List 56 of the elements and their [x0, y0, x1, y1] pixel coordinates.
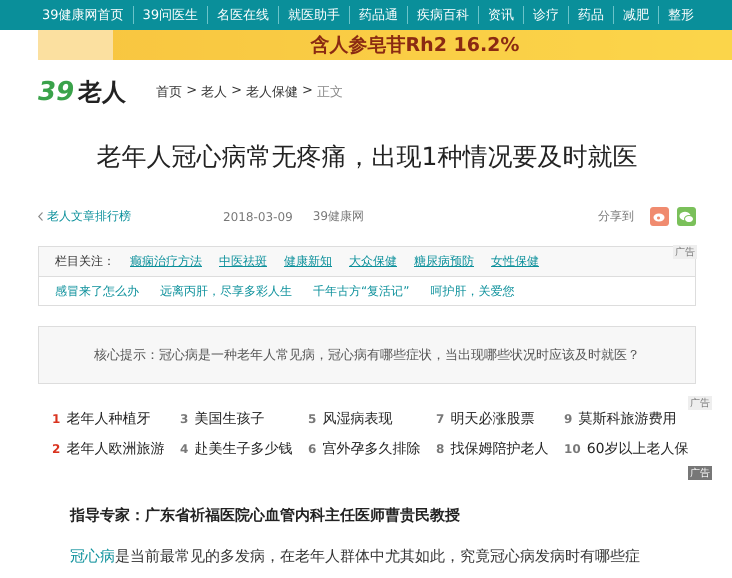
publish-date: 2018-03-09 [223, 210, 293, 224]
hot-search-item[interactable]: 4 赴美生子多少钱 [180, 434, 308, 464]
hot-search-item[interactable]: 8 找保姆陪护老人 [436, 434, 564, 464]
promo-link[interactable]: 呵护肝，关爱您 [430, 282, 514, 300]
nav-link[interactable]: 就医助手 [278, 6, 350, 24]
hot-search-item[interactable]: 2 老年人欧洲旅游 [52, 434, 180, 464]
breadcrumb-separator: > [231, 83, 242, 100]
key-tip-text: 核心提示：冠心病是一种老年人常见病，冠心病有哪些症状，当出现哪些状况时应该及时就医？ [94, 347, 640, 364]
breadcrumb-link[interactable]: 正文 [316, 83, 343, 101]
nav-link[interactable]: 39健康网首页 [38, 6, 133, 24]
column-label: 栏目关注： [55, 253, 115, 270]
nav-link[interactable]: 药品通 [349, 6, 408, 24]
column-link[interactable]: 女性保健 [491, 253, 539, 270]
share-label: 分享到 [598, 208, 634, 225]
expert-line: 指导专家：广东省祈福医院心血管内科主任医师曹贵民教授 [70, 506, 461, 525]
column-link[interactable]: 糖尿病预防 [414, 253, 474, 270]
weibo-share-icon[interactable] [650, 207, 669, 226]
ranking-link[interactable]: 老人文章排行榜 [47, 208, 131, 225]
hot-search-item[interactable]: 1 老年人种植牙 [52, 404, 180, 434]
banner-text: 含人参皂苷Rh2 16.2% [310, 33, 520, 58]
nav-link[interactable]: 诊疗 [523, 6, 568, 24]
nav-link[interactable]: 减肥 [613, 6, 658, 24]
nav-link[interactable]: 疾病百科 [407, 6, 478, 24]
column-link[interactable]: 中医祛斑 [219, 253, 267, 270]
nav-link[interactable]: 整形 [658, 6, 704, 24]
body-paragraph: 冠心病是当前最常见的多发病，在老年人群体中尤其如此，究竟冠心病发病时有哪些症 [70, 547, 641, 566]
column-link[interactable]: 癫痫治疗方法 [130, 253, 202, 270]
promo-link[interactable]: 远离丙肝，尽享多彩人生 [160, 282, 292, 300]
breadcrumb-link[interactable]: 老人保健 [246, 83, 298, 101]
promo-link[interactable]: 感冒来了怎么办 [55, 282, 139, 300]
ad-banner[interactable]: 含人参皂苷Rh2 16.2% [38, 30, 732, 60]
chevron-left-icon [38, 212, 43, 221]
wechat-share-icon[interactable] [677, 207, 696, 226]
nav-link[interactable]: 资讯 [478, 6, 524, 24]
hot-search-item[interactable]: 7 明天必涨股票 [436, 404, 564, 434]
ad-label: 广告 [673, 245, 697, 259]
breadcrumb-separator: > [186, 83, 198, 100]
hot-search-item[interactable]: 10 60岁以上老人保 [564, 434, 704, 464]
column-link[interactable]: 健康新知 [284, 253, 332, 270]
breadcrumb-link[interactable]: 老人 [201, 83, 228, 101]
hot-search-item[interactable]: 6 宫外孕多久排除 [308, 434, 436, 464]
ad-label: 广告 [688, 466, 712, 480]
nav-link[interactable]: 名医在线 [207, 6, 278, 24]
ad-label: 广告 [688, 396, 712, 410]
promo-link[interactable]: 千年古方“复活记” [313, 282, 410, 300]
site-logo[interactable]: 39老人 [38, 76, 126, 108]
breadcrumb-link[interactable]: 首页 [156, 83, 182, 101]
keyword-link[interactable]: 冠心病 [70, 547, 115, 565]
article-title: 老年人冠心病常无疼痛，出现1种情况要及时就医 [96, 141, 638, 173]
column-link[interactable]: 大众保健 [349, 253, 397, 270]
nav-link[interactable]: 药品 [568, 6, 614, 24]
nav-link[interactable]: 39问医生 [132, 6, 208, 24]
hot-search-item[interactable]: 5 风湿病表现 [308, 404, 436, 434]
article-source: 39健康网 [312, 208, 364, 225]
hot-search-item[interactable]: 3 美国生孩子 [180, 404, 308, 434]
breadcrumb-separator: > [302, 83, 313, 100]
